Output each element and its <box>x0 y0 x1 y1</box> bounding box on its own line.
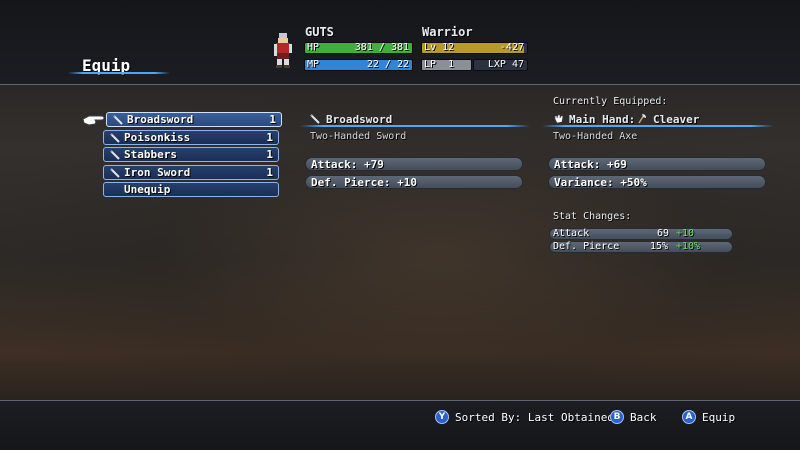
lxp-box: LXP 47 <box>473 59 528 71</box>
item-row-stabbers[interactable]: Stabbers 1 <box>103 147 279 162</box>
item-row-poisonkiss[interactable]: Poisonkiss 1 <box>103 130 279 145</box>
sword-icon <box>110 150 120 160</box>
mp-value: 22 / 22 <box>366 59 409 70</box>
y-button-icon[interactable]: Y <box>435 410 449 424</box>
selected-item-type: Two-Handed Sword <box>310 131 407 142</box>
selected-stat-def-pierce: Def. Pierce: +10 <box>305 175 523 189</box>
item-quantity: 1 <box>266 148 273 161</box>
b-button-icon[interactable]: B <box>610 410 624 424</box>
item-name: Poisonkiss <box>124 131 191 144</box>
stat-change-attack: Attack 69 +10 <box>549 228 733 240</box>
equipped-item-type: Two-Handed Axe <box>553 131 638 142</box>
sword-icon <box>310 114 320 124</box>
item-quantity: 1 <box>266 131 273 144</box>
hp-bar: HP 381 / 381 <box>304 42 413 54</box>
sword-icon <box>113 115 123 125</box>
item-name: Broadsword <box>127 113 194 126</box>
mp-label: MP <box>307 59 320 70</box>
hand-cursor-icon <box>82 115 105 126</box>
lxp-value: LXP 47 <box>487 59 524 70</box>
back-hint-label[interactable]: Back <box>630 411 657 424</box>
bottom-hint-bar <box>0 400 800 450</box>
hand-icon <box>554 114 564 124</box>
level-exp-remaining: -427 <box>499 42 524 53</box>
title-underline <box>68 72 170 74</box>
level-label: Lv 12 <box>424 42 455 53</box>
level-bar: Lv 12 -427 <box>421 42 528 54</box>
item-row-unequip[interactable]: Unequip <box>103 182 279 197</box>
stat-change-def-pierce: Def. Pierce 15% +10% <box>549 241 733 253</box>
selected-stat-attack: Attack: +79 <box>305 157 523 171</box>
sort-hint-label[interactable]: Sorted By: Last Obtained <box>455 411 614 424</box>
item-row-iron-sword[interactable]: Iron Sword 1 <box>103 165 279 180</box>
character-class: Warrior <box>422 25 473 39</box>
item-name: Unequip <box>124 183 171 196</box>
equipped-stat-attack: Attack: +69 <box>548 157 766 171</box>
hp-label: HP <box>307 42 320 53</box>
a-button-icon[interactable]: A <box>682 410 696 424</box>
item-quantity: 1 <box>269 113 276 126</box>
item-name: Iron Sword <box>124 166 191 179</box>
equipped-header-line <box>542 125 774 127</box>
axe-icon <box>638 114 646 124</box>
lp-bar: LP 1 <box>421 59 472 71</box>
equipped-stat-variance: Variance: +50% <box>548 175 766 189</box>
stat-changes-header: Stat Changes: <box>553 211 632 222</box>
sword-icon <box>110 133 120 143</box>
selected-item-header-line <box>300 125 530 127</box>
warrior-sprite-icon <box>274 33 292 68</box>
equip-hint-label[interactable]: Equip <box>702 411 735 424</box>
mp-bar: MP 22 / 22 <box>304 59 413 71</box>
hp-value: 381 / 381 <box>354 42 409 53</box>
item-name: Stabbers <box>124 148 177 161</box>
currently-equipped-header: Currently Equipped: <box>553 96 668 107</box>
item-row-broadsword[interactable]: Broadsword 1 <box>106 112 282 127</box>
sword-icon <box>110 168 120 178</box>
item-quantity: 1 <box>266 166 273 179</box>
character-name: GUTS <box>305 25 334 39</box>
lp-label: LP 1 <box>424 59 455 70</box>
